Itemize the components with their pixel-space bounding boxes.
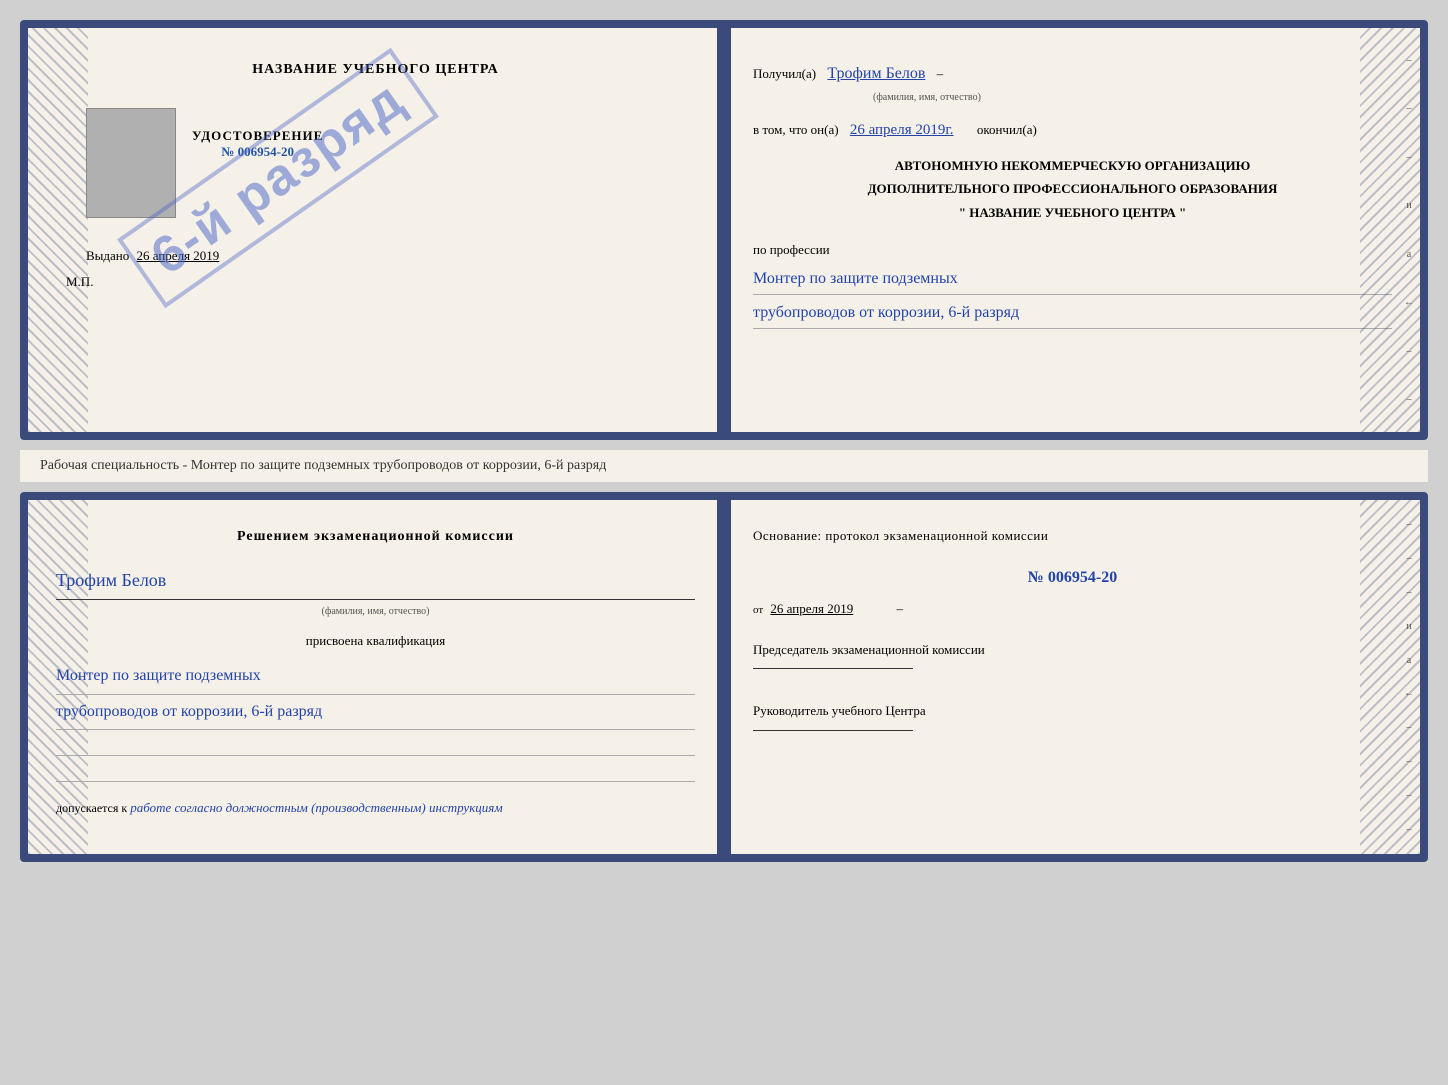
ot-label: от	[753, 604, 763, 616]
org-block: АВТОНОМНУЮ НЕКОММЕРЧЕСКУЮ ОРГАНИЗАЦИЮ ДО…	[753, 154, 1392, 224]
protocol-num: № 006954-20	[753, 563, 1392, 593]
dopuskaetsya-value: работе согласно должностным (производств…	[130, 800, 502, 815]
org-line2: ДОПОЛНИТЕЛЬНОГО ПРОФЕССИОНАЛЬНОГО ОБРАЗО…	[753, 177, 1392, 200]
ot-date: 26 апреля 2019	[770, 601, 853, 616]
top-certificate: НАЗВАНИЕ УЧЕБНОГО ЦЕНТРА 6-й разряд УДОС…	[20, 20, 1428, 440]
dopuskaetsya-label: допускается к	[56, 801, 127, 815]
cert-bottom-right: Основание: протокол экзаменационной коми…	[723, 500, 1420, 854]
reshenie-header: Решением экзаменационной комиссии	[56, 524, 695, 551]
empty-line-1	[56, 734, 695, 756]
rukovoditel-signature-line	[753, 730, 913, 731]
middle-label: Рабочая специальность - Монтер по защите…	[20, 450, 1428, 482]
cert-top-right: Получил(а) Трофим Белов – (фамилия, имя,…	[723, 28, 1420, 432]
poluchil-label: Получил(а)	[753, 66, 816, 81]
date-value: 26 апреля 2019г.	[850, 122, 954, 138]
vtom-row: в том, что он(а) 26 апреля 2019г. окончи…	[753, 117, 1392, 144]
diagonal-stamp: 6-й разряд	[120, 30, 436, 327]
cert-bottom-left: Решением экзаменационной комиссии Трофим…	[28, 500, 723, 854]
bottom-right-edge-marks: – – – и а ← – – – –	[1404, 500, 1414, 854]
ot-row: от 26 апреля 2019 –	[753, 597, 1392, 622]
page-wrapper: НАЗВАНИЕ УЧЕБНОГО ЦЕНТРА 6-й разряд УДОС…	[20, 20, 1428, 862]
okonchil-label: окончил(а)	[977, 122, 1037, 137]
dash1: –	[937, 66, 944, 81]
po-professii: по профессии	[753, 238, 1392, 261]
stamp-text: 6-й разряд	[117, 48, 439, 309]
fio-sub: (фамилия, имя, отчество)	[873, 89, 1392, 107]
bottom-name: Трофим Белов	[56, 563, 695, 597]
predsedatel-signature-line	[753, 668, 913, 669]
profession-line2: трубопроводов от коррозии, 6-й разряд	[753, 299, 1392, 329]
vtom-label: в том, что он(а)	[753, 122, 839, 137]
poluchil-row: Получил(а) Трофим Белов – (фамилия, имя,…	[753, 60, 1392, 107]
qual-line2: трубопроводов от коррозии, 6-й разряд	[56, 697, 695, 730]
bottom-certificate: Решением экзаменационной комиссии Трофим…	[20, 492, 1428, 862]
org-line1: АВТОНОМНУЮ НЕКОММЕРЧЕСКУЮ ОРГАНИЗАЦИЮ	[753, 154, 1392, 177]
mp-label: М.П.	[66, 274, 93, 290]
predsedatel-block: Председатель экзаменационной комиссии	[753, 638, 1392, 670]
predsedatel-label: Председатель экзаменационной комиссии	[753, 638, 1392, 663]
qual-line1: Монтер по защите подземных	[56, 661, 695, 694]
profession-line1: Монтер по защите подземных	[753, 265, 1392, 295]
rukovoditel-label: Руководитель учебного Центра	[753, 699, 1392, 724]
prisvoena-label: присвоена квалификация	[56, 629, 695, 654]
right-edge-marks: – – – и а ← – –	[1404, 28, 1414, 432]
vydano-label: Выдано	[86, 248, 129, 263]
dopuskaetsya-block: допускается к работе согласно должностны…	[56, 796, 695, 821]
rukovoditel-block: Руководитель учебного Центра	[753, 699, 1392, 731]
org-line3: " НАЗВАНИЕ УЧЕБНОГО ЦЕНТРА "	[753, 201, 1392, 224]
empty-line-2	[56, 760, 695, 782]
cert-top-left: НАЗВАНИЕ УЧЕБНОГО ЦЕНТРА 6-й разряд УДОС…	[28, 28, 723, 432]
poluchil-name: Трофим Белов	[827, 65, 925, 82]
osnovanie-label: Основание: протокол экзаменационной коми…	[753, 524, 1392, 549]
bottom-fio-sub: (фамилия, имя, отчество)	[56, 599, 695, 621]
name-block: Трофим Белов (фамилия, имя, отчество)	[56, 563, 695, 621]
